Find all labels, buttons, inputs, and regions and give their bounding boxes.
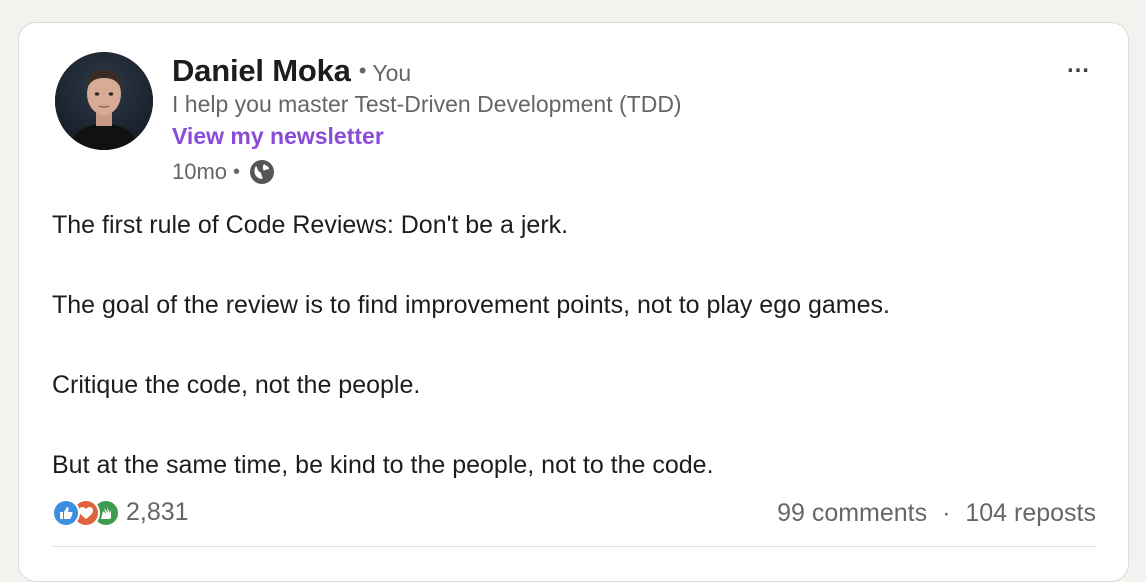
author-name-row: Daniel Moka • You — [172, 53, 411, 89]
meta-separator: • — [233, 160, 241, 183]
divider — [52, 546, 1096, 547]
author-headline: I help you master Test-Driven Developmen… — [172, 91, 682, 117]
post-body: The first rule of Code Reviews: Don't be… — [52, 205, 1102, 525]
post-paragraph: Critique the code, not the people. — [52, 371, 421, 399]
comments-count-link[interactable]: 99 comments — [777, 499, 927, 527]
connection-degree: You — [372, 60, 412, 86]
globe-icon — [248, 158, 276, 186]
engagement-stats: 99 comments · 104 reposts — [777, 499, 1096, 528]
post-paragraph: But at the same time, be kind to the peo… — [52, 451, 714, 479]
like-icon — [52, 498, 80, 527]
author-avatar[interactable] — [55, 52, 153, 150]
reposts-count-link[interactable]: 104 reposts — [965, 499, 1096, 527]
author-name[interactable]: Daniel Moka — [172, 53, 351, 88]
avatar-photo — [55, 52, 153, 150]
reactions-summary[interactable]: 2,831 — [52, 498, 189, 527]
post-time: 10mo — [172, 159, 228, 184]
post-meta: 10mo • — [172, 158, 276, 186]
reaction-count: 2,831 — [126, 498, 189, 526]
stats-separator: · — [942, 499, 951, 527]
post-paragraph: The first rule of Code Reviews: Don't be… — [52, 211, 569, 239]
view-newsletter-link[interactable]: View my newsletter — [172, 123, 384, 150]
post-card: Daniel Moka • You I help you master Test-D… — [18, 22, 1129, 582]
name-separator: • — [358, 58, 367, 83]
post-paragraph: The goal of the review is to find improv… — [52, 291, 890, 319]
post-options-menu-button[interactable]: … — [1066, 51, 1092, 79]
